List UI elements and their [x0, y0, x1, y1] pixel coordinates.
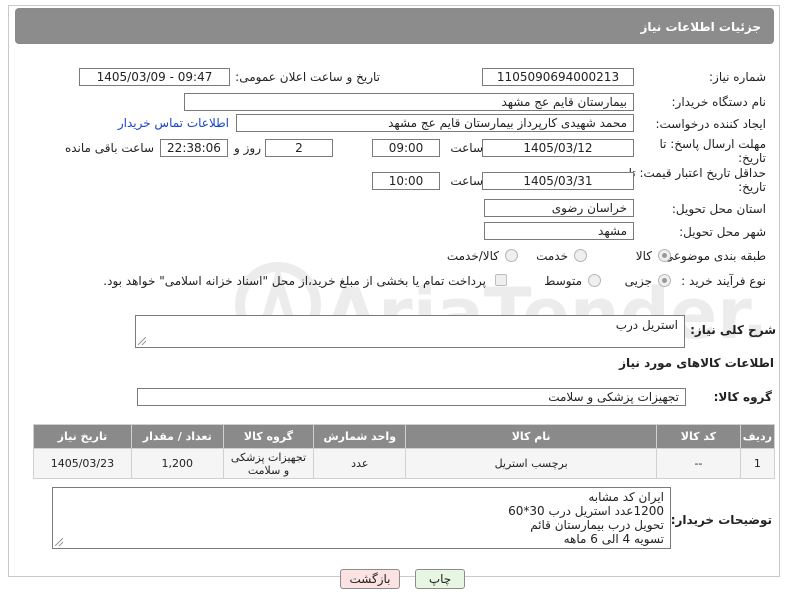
- validity-date-field: 1405/03/31: [482, 172, 634, 190]
- validity-time-field: 10:00: [372, 172, 440, 190]
- need-description-label: شرح کلی نیاز:: [690, 323, 776, 337]
- reply-time-field: 09:00: [372, 139, 440, 157]
- cell-row-number: 1: [739, 448, 776, 479]
- process-option-medium: متوسط: [544, 274, 582, 288]
- category-option-goods-service: کالا/خدمت: [446, 249, 499, 263]
- goods-group-label: گروه کالا:: [713, 390, 772, 404]
- payment-checkbox[interactable]: [495, 274, 507, 286]
- col-unit: واحد شمارش: [313, 424, 407, 449]
- col-goods-group: گروه کالا: [222, 424, 315, 449]
- goods-group-field: تجهیزات پزشکی و سلامت: [137, 388, 686, 406]
- process-type-label: نوع فرآیند خرید :: [681, 274, 766, 288]
- table-row[interactable]: 1 -- برچسب استریل عدد تجهیزات پزشکی و سل…: [33, 448, 776, 479]
- category-radio-goods[interactable]: [658, 249, 671, 262]
- announce-datetime-field: 1405/03/09 - 09:47: [79, 68, 230, 86]
- reply-time-label: ساعت: [450, 141, 483, 155]
- resize-handle[interactable]: [138, 337, 146, 345]
- cell-unit: عدد: [313, 448, 407, 479]
- buyer-org-label: نام دستگاه خریدار:: [671, 95, 767, 109]
- col-goods-code: کد کالا: [656, 424, 741, 449]
- need-description-textarea[interactable]: استریل درب: [135, 315, 685, 348]
- province-field: خراسان رضوی: [484, 199, 634, 217]
- process-radio-minor[interactable]: [658, 274, 671, 287]
- col-row-number: ردیف: [739, 424, 776, 449]
- days-field: 2: [265, 139, 333, 157]
- cell-need-date: 1405/03/23: [33, 448, 132, 479]
- col-need-date: تاریخ نیاز: [33, 424, 132, 449]
- delivery-province-label: استان محل تحویل:: [671, 202, 766, 216]
- validity-time-label: ساعت: [450, 174, 483, 188]
- need-number-field: 1105090694000213: [482, 68, 634, 86]
- buyer-notes-line: ایران کد مشابه: [588, 490, 664, 504]
- remaining-time-field: 22:38:06: [160, 139, 228, 157]
- cell-goods-code: --: [656, 448, 741, 479]
- need-description-text: استریل درب: [615, 318, 678, 332]
- category-option-goods: کالا: [635, 249, 652, 263]
- requester-label: ایجاد کننده درخواست:: [655, 117, 766, 131]
- price-validity-label: حداقل تاریخ اعتبار قیمت: تا تاریخ:: [628, 166, 766, 194]
- delivery-city-label: شهر محل تحویل:: [679, 225, 766, 239]
- city-field: مشهد: [484, 222, 634, 240]
- buyer-notes-line: تحویل درب بیمارستان قائم: [530, 518, 664, 532]
- reply-date-field: 1405/03/12: [482, 139, 634, 157]
- page-header: جزئیات اطلاعات نیاز: [15, 8, 774, 44]
- payment-note: پرداخت تمام یا بخشی از مبلغ خرید،از محل …: [103, 274, 486, 288]
- category-radio-service[interactable]: [574, 249, 587, 262]
- category-option-service: خدمت: [536, 249, 568, 263]
- day-and-label: روز و: [234, 141, 261, 155]
- process-radio-medium[interactable]: [588, 274, 601, 287]
- print-button[interactable]: چاپ: [415, 569, 465, 589]
- goods-table: ردیف کد کالا نام کالا واحد شمارش گروه کا…: [33, 424, 776, 479]
- remaining-label: ساعت باقی مانده: [64, 141, 154, 155]
- cell-quantity: 1,200: [130, 448, 224, 479]
- back-button[interactable]: بازگشت: [340, 569, 400, 589]
- buyer-notes-label: توضیحات خریدار:: [670, 513, 772, 527]
- requester-field: محمد شهیدی کارپرداز بیمارستان قایم عج مش…: [236, 114, 634, 132]
- category-radio-goods-service[interactable]: [505, 249, 518, 262]
- buyer-contact-link[interactable]: اطلاعات تماس خریدار: [118, 116, 229, 130]
- page-title: جزئیات اطلاعات نیاز: [640, 20, 761, 34]
- category-label: طبقه بندی موضوعی:: [659, 249, 766, 263]
- table-header-row: ردیف کد کالا نام کالا واحد شمارش گروه کا…: [33, 424, 776, 449]
- col-goods-name: نام کالا: [405, 424, 658, 449]
- goods-info-title: اطلاعات کالاهای مورد نیاز: [619, 356, 774, 370]
- cell-goods-group: تجهیزات پزشکی و سلامت: [222, 448, 315, 479]
- buyer-notes-line: 1200عدد استریل درب 30*60: [508, 504, 664, 518]
- buyer-org-field: بیمارستان قایم عج مشهد: [184, 93, 634, 111]
- cell-goods-name: برچسب استریل: [405, 448, 658, 479]
- col-quantity: تعداد / مقدار: [130, 424, 224, 449]
- buyer-notes-line: تسویه 4 الی 6 ماهه: [563, 532, 664, 546]
- reply-deadline-label: مهلت ارسال پاسخ: تا تاریخ:: [659, 137, 766, 165]
- need-number-label: شماره نیاز:: [709, 70, 766, 84]
- buyer-notes-textarea[interactable]: ایران کد مشابه 1200عدد استریل درب 30*60 …: [52, 487, 671, 549]
- announce-datetime-label: تاریخ و ساعت اعلان عمومی:: [235, 70, 380, 84]
- process-option-minor: جزیی: [624, 274, 652, 288]
- resize-handle[interactable]: [55, 538, 63, 546]
